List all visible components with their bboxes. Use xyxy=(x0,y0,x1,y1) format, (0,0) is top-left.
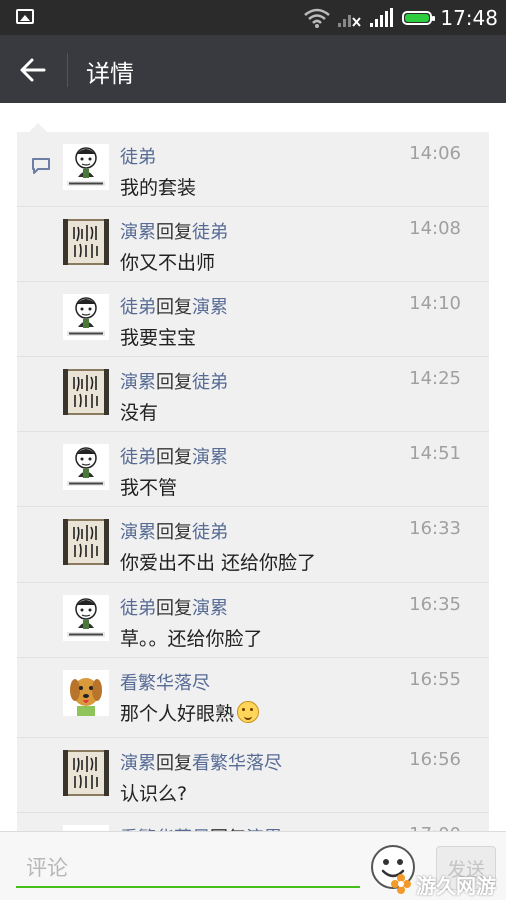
comment-text: 你又不出师 xyxy=(120,248,215,275)
author-name[interactable]: 演累 xyxy=(120,222,156,243)
comment-item[interactable]: 徒弟回复演累 14:51 我不管 xyxy=(17,432,489,507)
comment-time: 14:51 xyxy=(409,443,461,464)
comment-names: 看繁华落尽 xyxy=(120,669,210,695)
avatar[interactable] xyxy=(63,144,109,190)
avatar[interactable] xyxy=(63,519,109,565)
comment-names: 看繁华落尽回复演累 xyxy=(120,824,282,831)
comment-text: 认识么? xyxy=(120,779,187,806)
watermark: 游久网游 xyxy=(390,870,506,898)
comment-names: 徒弟回复演累 xyxy=(120,594,228,620)
panel-notch xyxy=(29,123,47,132)
author-name[interactable]: 演累 xyxy=(120,372,156,393)
comment-item[interactable]: 看繁华落尽 16:55 那个人好眼熟 xyxy=(17,658,489,738)
reply-target-name[interactable]: 演累 xyxy=(192,598,228,619)
comment-text-body: 那个人好眼熟 xyxy=(120,703,235,725)
comment-time: 16:35 xyxy=(409,594,461,615)
app-bar-divider xyxy=(67,53,68,87)
comment-item[interactable]: 演累回复看繁华落尽 16:56 认识么? xyxy=(17,738,489,813)
reply-target-name[interactable]: 演累 xyxy=(192,297,228,318)
reply-word: 回复 xyxy=(156,372,192,393)
avatar[interactable] xyxy=(63,219,109,265)
comment-text: 你爱出不出 还给你脸了 xyxy=(120,548,316,575)
clock: 17:48 xyxy=(440,5,498,30)
blush-emoji-icon xyxy=(237,701,260,723)
avatar[interactable] xyxy=(63,595,109,641)
image-notification-icon xyxy=(16,9,34,24)
reply-word: 回复 xyxy=(156,222,192,243)
avatar[interactable] xyxy=(63,369,109,415)
comment-time: 17:00 xyxy=(409,824,461,831)
comment-names: 徒弟回复演累 xyxy=(120,443,228,469)
author-name[interactable]: 演累 xyxy=(120,522,156,543)
comment-item[interactable]: 演累回复徒弟 14:08 你又不出师 xyxy=(17,207,489,282)
watermark-text: 游久网游 xyxy=(416,873,496,898)
comment-text: 那个人好眼熟 xyxy=(120,699,260,726)
reply-target-name[interactable]: 徒弟 xyxy=(192,222,228,243)
author-name[interactable]: 徒弟 xyxy=(120,147,156,168)
comment-text-body: 没有 xyxy=(120,402,159,424)
comment-names: 演累回复徒弟 xyxy=(120,218,228,244)
comment-time: 14:06 xyxy=(409,143,461,164)
reply-target-name[interactable]: 演累 xyxy=(192,447,228,468)
comment-names: 演累回复徒弟 xyxy=(120,368,228,394)
reply-word: 回复 xyxy=(156,753,192,774)
comment-list[interactable]: 徒弟 14:06 我的套装 演累回复徒弟 14:08 你又不出师 徒弟回复演累 14:10 我要… xyxy=(0,103,506,831)
reply-target-name[interactable]: 徒弟 xyxy=(192,522,228,543)
comment-names: 演累回复看繁华落尽 xyxy=(120,749,282,775)
avatar[interactable] xyxy=(63,294,109,340)
comment-item[interactable]: 演累回复徒弟 16:33 你爱出不出 还给你脸了 xyxy=(17,507,489,583)
app-bar: 详情 xyxy=(0,35,506,103)
reply-word: 回复 xyxy=(156,297,192,318)
comment-input[interactable] xyxy=(16,850,360,888)
comment-text-body: 我的套装 xyxy=(120,177,197,199)
avatar[interactable] xyxy=(63,750,109,796)
comment-text: 我的套装 xyxy=(120,173,196,200)
author-name[interactable]: 徒弟 xyxy=(120,297,156,318)
comment-item[interactable]: 徒弟回复演累 14:10 我要宝宝 xyxy=(17,282,489,357)
comment-text-body: 我要宝宝 xyxy=(120,327,197,349)
comment-names: 徒弟回复演累 xyxy=(120,293,228,319)
comment-names: 徒弟 xyxy=(120,143,156,169)
comment-names: 演累回复徒弟 xyxy=(120,518,228,544)
comment-time: 14:08 xyxy=(409,218,461,239)
reply-target-name[interactable]: 看繁华落尽 xyxy=(192,753,282,774)
comment-time: 14:10 xyxy=(409,293,461,314)
status-icons: 17:48 xyxy=(304,0,498,35)
comment-text: 没有 xyxy=(120,398,158,425)
reply-word: 回复 xyxy=(156,598,192,619)
comment-text: 草。。还给你脸了 xyxy=(120,624,263,651)
author-name[interactable]: 演累 xyxy=(120,753,156,774)
comment-text-body: 你爱出不出 还给你脸了 xyxy=(120,552,317,574)
comment-text-body: 认识么? xyxy=(120,783,188,805)
signal-icon xyxy=(370,7,394,27)
back-arrow-icon[interactable] xyxy=(18,55,48,85)
page-title: 详情 xyxy=(86,60,134,88)
reply-target-name[interactable]: 徒弟 xyxy=(192,372,228,393)
author-name[interactable]: 徒弟 xyxy=(120,447,156,468)
comment-text-body: 你又不出师 xyxy=(120,252,216,274)
signal-off-icon xyxy=(338,14,362,27)
flower-logo-icon xyxy=(391,874,411,894)
comment-item[interactable]: 徒弟 14:06 我的套装 xyxy=(17,132,489,207)
comment-text-body: 草。。还给你脸了 xyxy=(120,628,263,650)
wifi-icon xyxy=(304,8,331,28)
avatar[interactable] xyxy=(63,670,109,716)
status-bar: 17:48 xyxy=(0,0,506,35)
comment-text-body: 我不管 xyxy=(120,477,178,499)
comment-time: 16:33 xyxy=(409,518,461,539)
author-name[interactable]: 看繁华落尽 xyxy=(120,673,210,694)
comment-time: 16:56 xyxy=(409,749,461,770)
battery-icon xyxy=(402,10,436,25)
comment-item[interactable]: 看繁华落尽回复演累 17:00 xyxy=(17,813,489,831)
avatar[interactable] xyxy=(63,444,109,490)
comment-text: 我要宝宝 xyxy=(120,323,196,350)
comment-item[interactable]: 演累回复徒弟 14:25 没有 xyxy=(17,357,489,432)
comment-time: 14:25 xyxy=(409,368,461,389)
author-name[interactable]: 徒弟 xyxy=(120,598,156,619)
comment-text: 我不管 xyxy=(120,473,177,500)
comment-time: 16:55 xyxy=(409,669,461,690)
comment-item[interactable]: 徒弟回复演累 16:35 草。。还给你脸了 xyxy=(17,583,489,658)
reply-word: 回复 xyxy=(156,447,192,468)
reply-word: 回复 xyxy=(156,522,192,543)
